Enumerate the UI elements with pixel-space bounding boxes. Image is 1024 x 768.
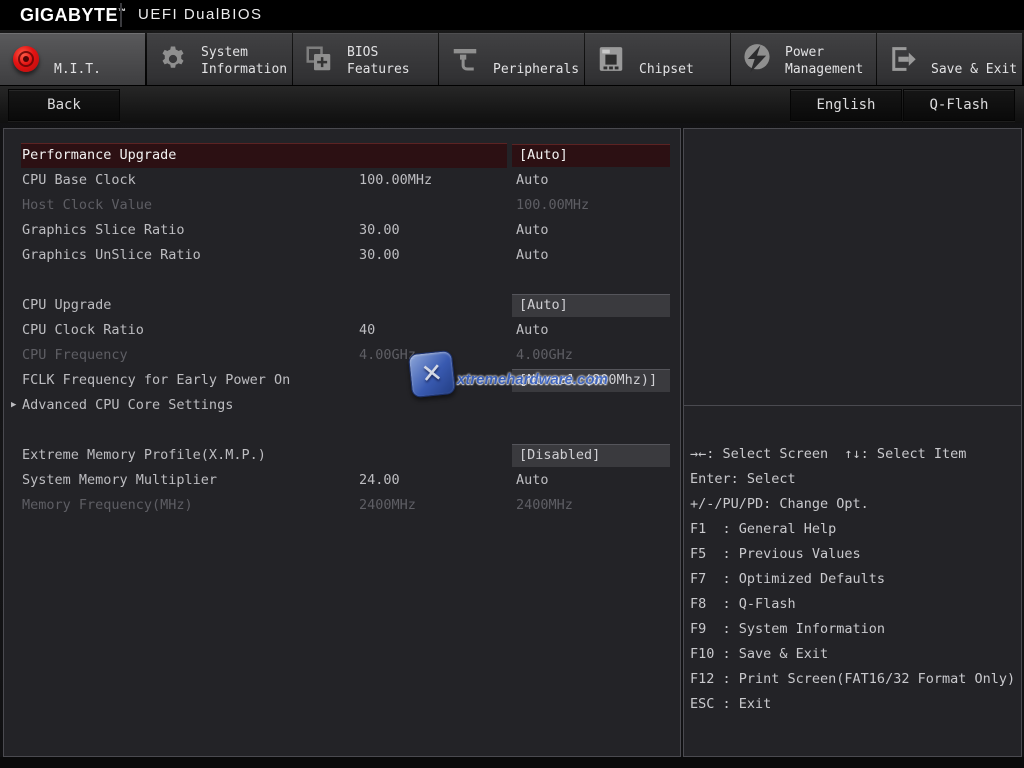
setting-value[interactable]: [Auto] bbox=[512, 144, 670, 167]
settings-row[interactable]: ▶ Graphics UnSlice Ratio 30.00 Auto bbox=[4, 243, 680, 268]
settings-row[interactable]: ▶ Memory Frequency(MHz) 2400MHz 2400MHz bbox=[4, 493, 680, 518]
gear-icon bbox=[156, 42, 190, 76]
setting-value[interactable]: Auto bbox=[516, 468, 549, 493]
mit-red-dot-icon bbox=[9, 42, 43, 76]
setting-value[interactable]: 4.00GHz bbox=[516, 343, 573, 368]
setting-label: System Memory Multiplier bbox=[22, 472, 218, 488]
setting-label: Memory Frequency(MHz) bbox=[22, 497, 193, 513]
qflash-button[interactable]: Q-Flash bbox=[903, 89, 1015, 121]
settings-row[interactable]: ▶ System Memory Multiplier 24.00 Auto bbox=[4, 468, 680, 493]
help-line: ESC : Exit bbox=[690, 696, 772, 712]
tab-bar: M.I.T. System Information BIOS Features bbox=[0, 30, 1024, 85]
setting-label: Host Clock Value bbox=[22, 197, 153, 213]
setting-value[interactable]: Auto bbox=[516, 218, 549, 243]
tab-chipset[interactable]: Chipset bbox=[585, 33, 730, 85]
settings-row[interactable]: ▶ CPU Clock Ratio 40 Auto bbox=[4, 318, 680, 343]
row-spacer bbox=[4, 418, 680, 443]
setting-label: CPU Clock Ratio bbox=[22, 322, 144, 338]
setting-value[interactable]: Auto bbox=[516, 318, 549, 343]
settings-row[interactable]: ▶ CPU Base Clock 100.00MHz Auto bbox=[4, 168, 680, 193]
firmware-title: UEFI DualBIOS bbox=[138, 6, 263, 23]
setting-label: FCLK Frequency for Early Power On bbox=[22, 372, 291, 388]
setting-label: Graphics UnSlice Ratio bbox=[22, 247, 201, 263]
help-line: F1 : General Help bbox=[690, 521, 837, 537]
setting-label: Performance Upgrade bbox=[22, 147, 177, 163]
row-spacer bbox=[4, 268, 680, 293]
top-bar: GIGABYTE™ UEFI DualBIOS bbox=[0, 0, 1024, 30]
tab-label: Power Management bbox=[785, 45, 864, 77]
settings-row[interactable]: ▶ Performance Upgrade [Auto] bbox=[4, 143, 680, 168]
help-panel-divider bbox=[684, 405, 1021, 406]
setting-current-value: 2400MHz bbox=[359, 497, 416, 513]
setting-label: CPU Upgrade bbox=[22, 297, 112, 313]
help-panel: →←: Select Screen ↑↓: Select Item Enter: … bbox=[683, 128, 1022, 757]
settings-row[interactable]: ▶ Advanced CPU Core Settings bbox=[4, 393, 680, 418]
setting-label: Graphics Slice Ratio bbox=[22, 222, 185, 238]
setting-label: CPU Frequency bbox=[22, 347, 128, 363]
tab-mit[interactable]: M.I.T. bbox=[0, 33, 145, 85]
setting-value[interactable]: [Disabled] bbox=[512, 444, 670, 467]
setting-current-value: 4.00GHz bbox=[359, 347, 416, 363]
help-line: +/-/PU/PD: Change Opt. bbox=[690, 496, 869, 512]
help-line: F5 : Previous Values bbox=[690, 546, 861, 562]
tab-power-management[interactable]: Power Management bbox=[731, 33, 876, 85]
help-line: F8 : Q-Flash bbox=[690, 596, 796, 612]
language-button[interactable]: English bbox=[790, 89, 902, 121]
settings-row[interactable]: ▶ Host Clock Value 100.00MHz bbox=[4, 193, 680, 218]
tab-label: Chipset bbox=[639, 62, 694, 77]
help-line: F9 : System Information bbox=[690, 621, 886, 637]
settings-row[interactable]: ▶ CPU Upgrade [Auto] bbox=[4, 293, 680, 318]
tab-bios-features[interactable]: BIOS Features bbox=[293, 33, 438, 85]
exit-door-icon bbox=[886, 42, 920, 76]
settings-row[interactable]: ▶ FCLK Frequency for Early Power On [Nor… bbox=[4, 368, 680, 393]
tab-label: Peripherals bbox=[493, 62, 580, 77]
settings-row[interactable]: ▶ Graphics Slice Ratio 30.00 Auto bbox=[4, 218, 680, 243]
back-button[interactable]: Back bbox=[8, 89, 120, 121]
power-bolt-icon bbox=[740, 42, 774, 76]
settings-rows: ▶ Performance Upgrade [Auto] ▶ CPU Base … bbox=[4, 143, 680, 518]
help-line: →←: Select Screen ↑↓: Select Item bbox=[690, 446, 967, 462]
gigabyte-logo: GIGABYTE™ bbox=[20, 5, 127, 25]
settings-row[interactable]: ▶ CPU Frequency 4.00GHz 4.00GHz bbox=[4, 343, 680, 368]
tab-system-information[interactable]: System Information bbox=[147, 33, 292, 85]
bottom-strip bbox=[0, 757, 1024, 768]
peripherals-icon bbox=[448, 42, 482, 76]
setting-value[interactable]: [Normal (800Mhz)] bbox=[512, 369, 670, 392]
tab-peripherals[interactable]: Peripherals bbox=[439, 33, 584, 85]
setting-label: Advanced CPU Core Settings bbox=[22, 397, 234, 413]
toolbar-band: Back English Q-Flash bbox=[0, 85, 1024, 123]
help-line: Enter: Select bbox=[690, 471, 796, 487]
tab-label: System Information bbox=[201, 45, 288, 77]
tab-label: M.I.T. bbox=[54, 62, 101, 77]
bios-chip-icon bbox=[302, 42, 336, 76]
setting-value[interactable]: 2400MHz bbox=[516, 493, 573, 518]
setting-current-value: 30.00 bbox=[359, 222, 400, 238]
bios-screen: GIGABYTE™ UEFI DualBIOS M.I.T. System In… bbox=[0, 0, 1024, 768]
setting-current-value: 100.00MHz bbox=[359, 172, 433, 188]
setting-current-value: 40 bbox=[359, 322, 376, 338]
setting-value[interactable]: 100.00MHz bbox=[516, 193, 589, 218]
settings-row[interactable]: ▶ Extreme Memory Profile(X.M.P.) [Disabl… bbox=[4, 443, 680, 468]
setting-label: CPU Base Clock bbox=[22, 172, 136, 188]
key-help-list: →←: Select Screen ↑↓: Select Item Enter: … bbox=[690, 442, 1020, 717]
help-line: F7 : Optimized Defaults bbox=[690, 571, 886, 587]
setting-value[interactable]: Auto bbox=[516, 168, 549, 193]
help-line: F10 : Save & Exit bbox=[690, 646, 829, 662]
setting-current-value: 30.00 bbox=[359, 247, 400, 263]
chipset-icon bbox=[594, 42, 628, 76]
topbar-divider bbox=[120, 3, 122, 27]
tab-label: BIOS Features bbox=[347, 45, 410, 77]
help-line: F12 : Print Screen(FAT16/32 Format Only) bbox=[690, 671, 1016, 687]
tab-save-exit[interactable]: Save & Exit bbox=[877, 33, 1022, 85]
submenu-arrow-icon: ▶ bbox=[11, 400, 17, 410]
setting-label: Extreme Memory Profile(X.M.P.) bbox=[22, 447, 266, 463]
tab-label: Save & Exit bbox=[931, 62, 1018, 77]
setting-current-value: 24.00 bbox=[359, 472, 400, 488]
setting-value[interactable]: [Auto] bbox=[512, 294, 670, 317]
settings-panel: ▶ Performance Upgrade [Auto] ▶ CPU Base … bbox=[3, 128, 681, 757]
setting-value[interactable]: Auto bbox=[516, 243, 549, 268]
